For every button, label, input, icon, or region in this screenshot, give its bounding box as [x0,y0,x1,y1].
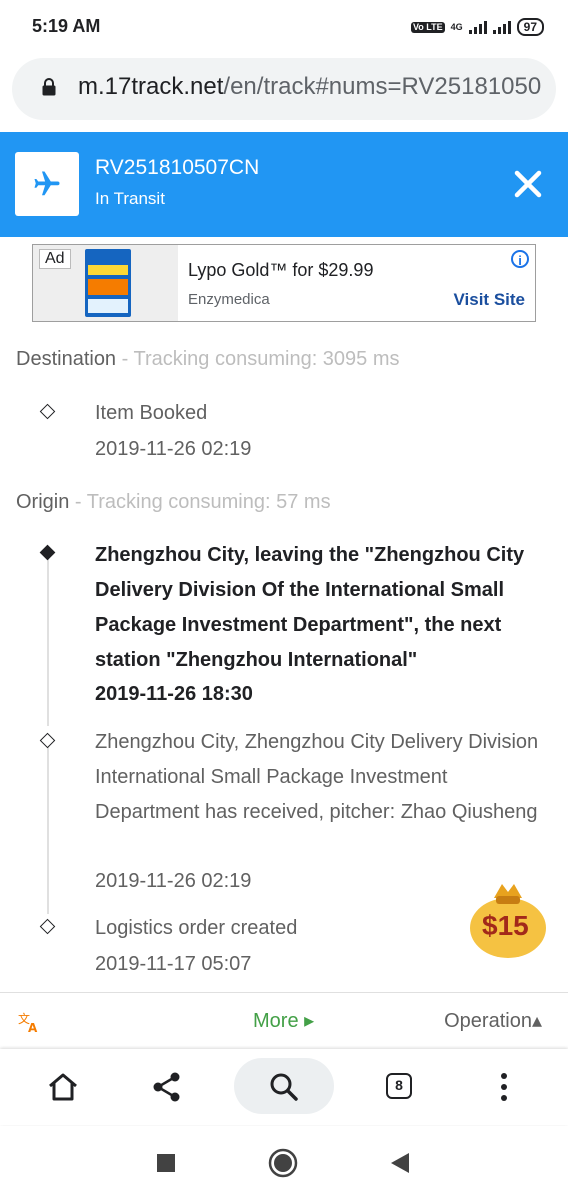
browser-toolbar: 8 [0,1049,568,1125]
origin-heading: Origin - Tracking consuming: 57 ms [16,491,331,514]
home-icon[interactable] [45,1069,81,1105]
event-description: Item Booked [95,402,208,424]
tracking-number: RV251810507CN [95,156,260,179]
timeline-line [47,744,49,914]
url-host: m.17track.net [78,73,224,100]
airplane-icon [34,171,60,196]
supplement-bottle-image [85,249,131,317]
coupon-bag[interactable]: $15 [466,878,550,962]
tracking-status: In Transit [95,189,165,208]
event-time: 2019-11-26 02:19 [95,870,252,892]
status-icons: Vo LTE 4G 97 [410,18,544,36]
svg-text:A: A [28,1021,38,1033]
address-bar[interactable]: m.17track.net/en/track#nums=RV25181050 [12,58,556,120]
home-circle-icon[interactable] [267,1147,299,1179]
event-diamond-icon [39,403,56,420]
lock-icon [42,78,56,96]
ad-title[interactable]: Lypo Gold™ for $29.99 [188,260,373,281]
network-type: 4G [450,22,463,32]
origin-label: Origin [16,491,70,513]
signal-icon-2 [492,20,511,34]
ad-advertiser: Enzymedica [188,291,270,308]
back-icon[interactable] [389,1151,411,1175]
visit-site-link[interactable]: Visit Site [454,290,526,310]
ad-info-icon[interactable]: i [511,250,529,268]
timeline-line [47,558,49,726]
event-time: 2019-11-26 02:19 [95,438,252,460]
status-time: 5:19 AM [32,16,101,36]
coupon-amount: $15 [482,910,529,941]
search-button[interactable] [234,1058,334,1114]
event-description: Zhengzhou City, Zhengzhou City Delivery … [95,731,539,823]
event-time: 2019-11-26 18:30 [95,683,253,705]
destination-timing: - Tracking consuming: 3095 ms [116,348,400,370]
volte-icon: Vo LTE [410,21,445,33]
ad-badge: Ad [39,249,71,269]
search-icon [270,1073,298,1101]
tabs-button[interactable]: 8 [386,1073,412,1099]
close-icon[interactable] [510,166,546,202]
url-path: /en/track#nums=RV25181050 [223,73,542,100]
carrier-badge [15,152,79,216]
operation-button[interactable]: Operation▴ [444,1008,542,1033]
event-diamond-filled-icon [39,544,56,561]
origin-timing: - Tracking consuming: 57 ms [69,491,331,513]
recents-icon[interactable] [157,1154,175,1172]
tracking-header: RV251810507CN In Transit [0,132,568,237]
signal-icon [468,20,487,34]
status-bar: 5:19 AM Vo LTE 4G 97 [0,0,568,56]
destination-label: Destination [16,348,117,370]
destination-heading: Destination - Tracking consuming: 3095 m… [16,348,400,371]
translate-icon[interactable]: 文 A [18,1011,40,1033]
event-description: Zhengzhou City, leaving the "Zhengzhou C… [95,544,525,671]
url-text[interactable]: m.17track.net/en/track#nums=RV25181050 [78,73,541,101]
event-diamond-icon [39,918,56,935]
more-button[interactable]: More ▸ [253,1008,314,1033]
share-icon[interactable] [149,1069,185,1105]
system-navigation-bar [0,1126,568,1200]
operation-bar: 文 A More ▸ Operation▴ [0,992,568,1049]
more-vert-icon[interactable] [486,1069,522,1105]
event-time: 2019-11-17 05:07 [95,953,252,975]
event-diamond-icon [39,732,56,749]
ad-banner[interactable]: Ad Lypo Gold™ for $29.99 Enzymedica i Vi… [32,244,536,322]
battery-indicator: 97 [516,18,544,36]
